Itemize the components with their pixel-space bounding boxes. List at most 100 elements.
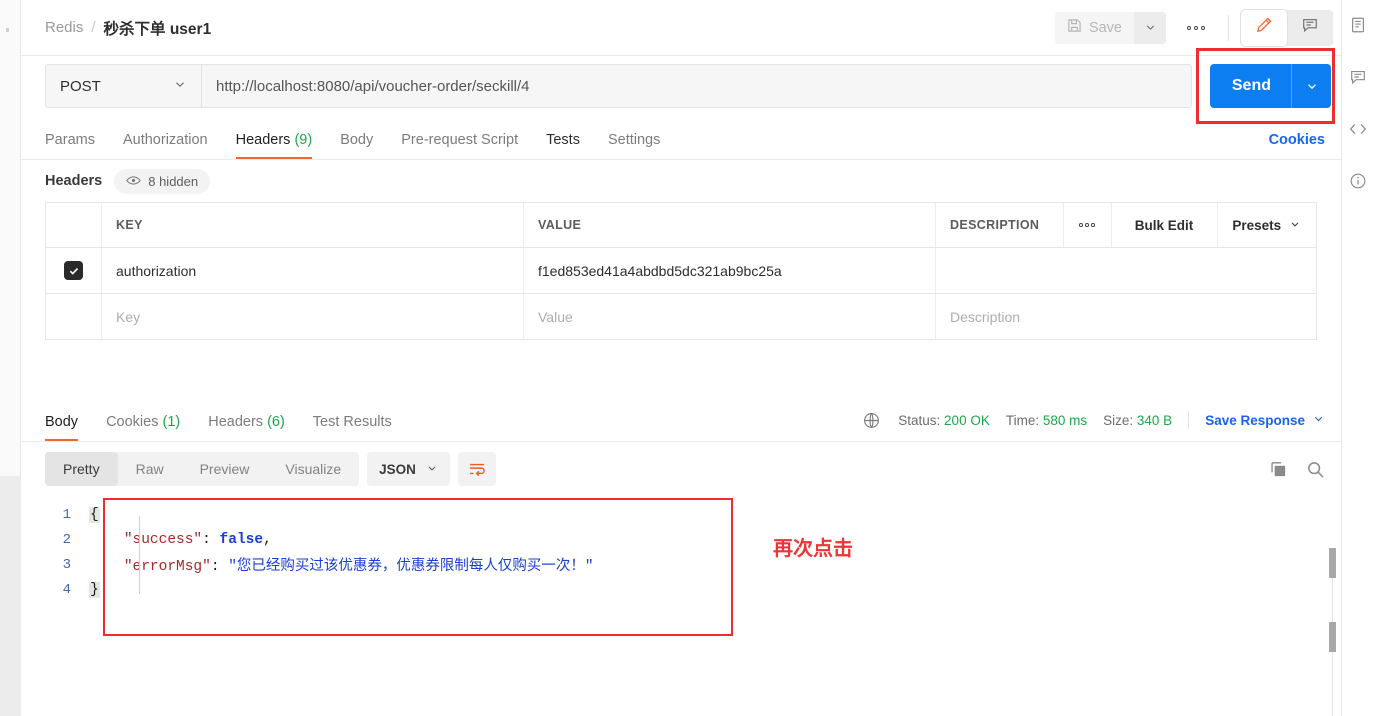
tab-count: (1) bbox=[162, 414, 181, 430]
word-wrap-icon[interactable] bbox=[457, 452, 496, 486]
status-meta: Status: 200 OK bbox=[898, 413, 990, 428]
tab-tests[interactable]: Tests bbox=[532, 132, 594, 159]
line-number: 3 bbox=[62, 556, 71, 573]
response-tab-headers[interactable]: Headers (6) bbox=[194, 414, 299, 441]
edit-mode-button[interactable] bbox=[1241, 9, 1287, 46]
line-content: "success": false, bbox=[89, 532, 272, 548]
more-actions-button[interactable] bbox=[1176, 12, 1216, 44]
body-format-select[interactable]: JSON bbox=[367, 452, 450, 486]
save-response-button[interactable]: Save Response bbox=[1205, 412, 1325, 428]
line-number: 1 bbox=[62, 506, 71, 523]
tab-label: Cookies bbox=[106, 414, 159, 430]
status-label: Status: bbox=[898, 412, 941, 428]
tab-settings[interactable]: Settings bbox=[594, 132, 674, 159]
tab-body[interactable]: Body bbox=[326, 132, 387, 159]
response-tab-cookies[interactable]: Cookies (1) bbox=[92, 414, 194, 441]
new-key-input[interactable]: Key bbox=[102, 294, 524, 339]
body-scrollbar-thumb-secondary[interactable] bbox=[1329, 622, 1336, 652]
body-view-switcher: Pretty Raw Preview Visualize bbox=[45, 452, 360, 486]
documentation-icon[interactable] bbox=[1347, 14, 1369, 36]
request-tab-bar: Params Authorization Headers (9) Body Pr… bbox=[21, 116, 1341, 160]
rail-indicator bbox=[6, 28, 9, 32]
cookies-link[interactable]: Cookies bbox=[1269, 132, 1325, 159]
more-dot bbox=[1187, 25, 1191, 30]
response-tab-test-results[interactable]: Test Results bbox=[299, 414, 406, 441]
body-scrollbar-thumb[interactable] bbox=[1329, 548, 1336, 578]
tab-label: Pre-request Script bbox=[401, 132, 519, 148]
postman-window: Redis / 秒杀下单 user1 Save POST http://loca… bbox=[0, 0, 1373, 716]
view-pretty[interactable]: Pretty bbox=[45, 452, 118, 486]
breadcrumb-collection[interactable]: Redis bbox=[45, 19, 83, 36]
more-dot bbox=[1201, 25, 1205, 30]
tab-label: Authorization bbox=[122, 132, 208, 148]
json-comma: , bbox=[263, 531, 272, 548]
new-value-input[interactable]: Value bbox=[524, 294, 936, 339]
presets-label: Presets bbox=[1232, 217, 1282, 233]
presets-button[interactable]: Presets bbox=[1218, 203, 1317, 247]
chevron-down-icon bbox=[1312, 412, 1325, 428]
tab-headers[interactable]: Headers (9) bbox=[222, 132, 327, 159]
bulk-edit-button[interactable]: Bulk Edit bbox=[1112, 203, 1218, 247]
tab-label: Test Results bbox=[312, 414, 392, 430]
table-row[interactable]: authorization f1ed853ed41a4abdbd5dc321ab… bbox=[46, 248, 1316, 294]
view-raw[interactable]: Raw bbox=[118, 452, 182, 486]
breadcrumb-request-name[interactable]: 秒杀下单 user1 bbox=[104, 17, 212, 39]
json-key: "success" bbox=[123, 531, 203, 548]
table-header-row: KEY VALUE DESCRIPTION Bulk Edit Presets bbox=[46, 203, 1316, 248]
more-dot bbox=[1194, 25, 1198, 30]
json-string-value: "您已经购买过该优惠券，优惠券限制每人仅购买一次！" bbox=[228, 559, 594, 575]
json-code-block[interactable]: 1 { 2 "success": false, 3 "errorMsg": "您… bbox=[45, 490, 1341, 602]
tab-label: Body bbox=[45, 414, 79, 430]
url-input[interactable]: http://localhost:8080/api/voucher-order/… bbox=[201, 64, 1192, 108]
tab-pre-request-script[interactable]: Pre-request Script bbox=[387, 132, 532, 159]
code-fold-guide bbox=[139, 516, 140, 594]
copy-icon[interactable] bbox=[1269, 460, 1288, 479]
table-more-button[interactable] bbox=[1064, 203, 1112, 247]
http-method-select[interactable]: POST bbox=[45, 64, 201, 108]
json-open-brace: { bbox=[89, 506, 100, 523]
row-checkbox[interactable] bbox=[64, 261, 83, 280]
view-preview[interactable]: Preview bbox=[182, 452, 268, 486]
json-colon: : bbox=[202, 531, 220, 548]
view-visualize[interactable]: Visualize bbox=[267, 452, 359, 486]
search-icon[interactable] bbox=[1306, 460, 1325, 479]
topbar-actions: Save bbox=[1054, 9, 1333, 46]
code-line: 4 } bbox=[45, 577, 1341, 602]
headers-section-title: Headers bbox=[45, 173, 103, 189]
code-line: 3 "errorMsg": "您已经购买过该优惠券，优惠券限制每人仅购买一次！" bbox=[45, 552, 1341, 577]
rail-bottom-panel bbox=[0, 476, 21, 716]
send-options-caret[interactable] bbox=[1291, 64, 1331, 108]
response-body-toolbar: Pretty Raw Preview Visualize JSON bbox=[21, 442, 1341, 490]
info-icon[interactable] bbox=[1347, 170, 1369, 192]
tab-params[interactable]: Params bbox=[45, 132, 109, 159]
row-checkbox-cell bbox=[46, 248, 102, 293]
breadcrumb: Redis / 秒杀下单 user1 bbox=[45, 17, 211, 39]
save-options-caret[interactable] bbox=[1134, 11, 1166, 44]
save-label: Save bbox=[1088, 19, 1122, 36]
response-tab-body[interactable]: Body bbox=[45, 414, 92, 441]
tab-label: Body bbox=[340, 132, 374, 148]
code-icon[interactable] bbox=[1347, 118, 1369, 140]
save-button[interactable]: Save bbox=[1054, 11, 1134, 44]
comment-icon[interactable] bbox=[1347, 66, 1369, 88]
row-value[interactable]: f1ed853ed41a4abdbd5dc321ab9bc25a bbox=[524, 248, 936, 293]
row-description[interactable] bbox=[936, 248, 1316, 293]
json-colon: : bbox=[210, 559, 229, 575]
tab-label: Headers bbox=[235, 132, 291, 148]
pencil-icon bbox=[1255, 16, 1273, 39]
tab-label: Headers bbox=[208, 414, 264, 430]
time-label: Time: bbox=[1005, 412, 1040, 428]
view-mode-group bbox=[1241, 9, 1333, 46]
tab-authorization[interactable]: Authorization bbox=[109, 132, 222, 159]
hidden-headers-toggle[interactable]: 8 hidden bbox=[114, 168, 211, 194]
hidden-headers-label: 8 hidden bbox=[148, 173, 199, 189]
comment-mode-button[interactable] bbox=[1287, 10, 1333, 46]
send-button[interactable]: Send bbox=[1209, 64, 1331, 108]
table-row-empty[interactable]: Key Value Description bbox=[46, 294, 1316, 340]
send-label: Send bbox=[1231, 77, 1271, 94]
more-dot bbox=[1079, 223, 1083, 227]
row-key[interactable]: authorization bbox=[102, 248, 524, 293]
new-description-input[interactable]: Description bbox=[936, 294, 1316, 339]
eye-icon bbox=[126, 174, 142, 189]
save-response-label: Save Response bbox=[1205, 412, 1305, 428]
